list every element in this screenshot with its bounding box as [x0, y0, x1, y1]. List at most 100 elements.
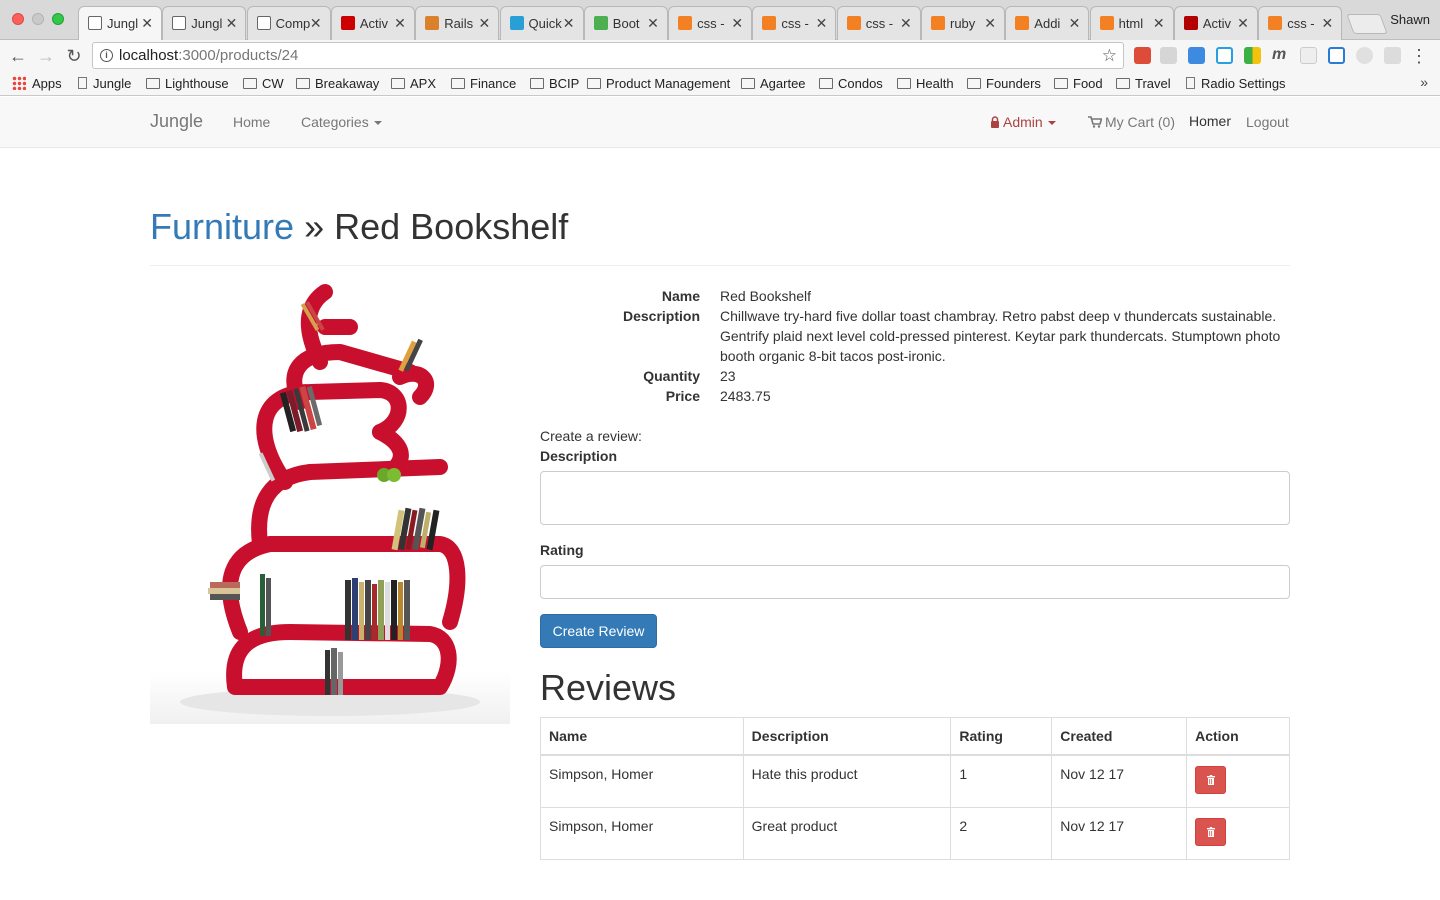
tab-close-icon[interactable]: ✕: [1153, 15, 1165, 31]
m-extension-icon[interactable]: m: [1272, 47, 1289, 64]
nav-admin-dropdown[interactable]: Admin: [990, 114, 1056, 130]
window-minimize-button[interactable]: [32, 13, 44, 25]
nav-admin-label: Admin: [1003, 114, 1043, 130]
tab-title: Activ: [1202, 16, 1232, 31]
delete-review-button[interactable]: [1195, 766, 1227, 794]
tab-close-icon[interactable]: ✕: [226, 15, 238, 31]
product-field-label: Price: [665, 388, 700, 404]
brand-link[interactable]: Jungle: [150, 111, 203, 132]
reviews-heading: Reviews: [540, 667, 677, 708]
bookmark-item[interactable]: Jungle: [78, 75, 131, 93]
column-header: Action: [1186, 717, 1290, 756]
bookmark-item[interactable]: Agartee: [741, 75, 806, 93]
browser-tab[interactable]: Jungl ✕: [162, 6, 247, 40]
product-field-row: Name Red Bookshelf: [540, 286, 1290, 306]
tab-close-icon[interactable]: ✕: [141, 15, 153, 31]
bookmark-item[interactable]: Founders: [967, 75, 1041, 93]
tab-title: ruby: [950, 16, 976, 31]
bookmark-label: Breakaway: [315, 76, 380, 91]
nav-cart[interactable]: My Cart (0): [1088, 114, 1175, 130]
address-bar[interactable]: i localhost:3000/products/24 ☆: [92, 42, 1124, 69]
tab-close-icon[interactable]: ✕: [478, 15, 490, 31]
browser-tab[interactable]: Quick ✕: [499, 6, 584, 40]
new-tab-button[interactable]: [1346, 14, 1388, 34]
shield-extension-icon[interactable]: [1216, 47, 1233, 64]
nav-categories-dropdown[interactable]: Categories: [301, 114, 382, 130]
browser-tab[interactable]: css - ✕: [752, 6, 837, 40]
bookmark-item[interactable]: Food: [1054, 75, 1103, 93]
browser-tab[interactable]: Boot ✕: [583, 6, 668, 40]
window-zoom-button[interactable]: [52, 13, 64, 25]
bookmark-item[interactable]: Product Management: [587, 75, 730, 93]
bookmark-item[interactable]: Condos: [819, 75, 883, 93]
extension-icon[interactable]: [1384, 47, 1401, 64]
bookmark-item[interactable]: Finance: [451, 75, 516, 93]
browser-tab[interactable]: Comp ✕: [246, 6, 331, 40]
tab-close-icon[interactable]: ✕: [394, 15, 406, 31]
tab-close-icon[interactable]: ✕: [647, 15, 659, 31]
nav-user[interactable]: Homer: [1189, 113, 1231, 129]
bookmark-item[interactable]: CW: [243, 75, 284, 93]
bookmark-item[interactable]: Breakaway: [296, 75, 379, 93]
bookmark-item[interactable]: BCIP: [530, 75, 579, 93]
stackoverflow-icon: [1099, 16, 1114, 30]
bookmark-star-icon[interactable]: ☆: [1102, 43, 1117, 68]
tab-close-icon[interactable]: ✕: [1237, 15, 1249, 31]
browser-tab[interactable]: css - ✕: [836, 6, 921, 40]
bookmark-item[interactable]: APX: [391, 75, 436, 93]
tab-close-icon[interactable]: ✕: [563, 15, 575, 31]
browser-tab[interactable]: Activ ✕: [1173, 6, 1258, 40]
product-field-row: Price 2483.75: [540, 386, 1290, 406]
extension-icon[interactable]: [1188, 47, 1205, 64]
bookmark-label: BCIP: [549, 76, 580, 91]
bootstrap-icon: [509, 16, 524, 30]
browser-tab[interactable]: Activ ✕: [330, 6, 415, 40]
category-link[interactable]: Furniture: [150, 206, 294, 247]
browser-tab[interactable]: html ✕: [1089, 6, 1174, 40]
review-description-textarea[interactable]: [540, 471, 1290, 525]
tab-close-icon[interactable]: ✕: [731, 15, 743, 31]
page-icon: [88, 16, 102, 30]
extension-icon[interactable]: [1300, 47, 1317, 64]
browser-tab[interactable]: ruby ✕: [921, 6, 1005, 40]
bookmarks-overflow-icon[interactable]: »: [1420, 74, 1428, 90]
forward-arrow-icon[interactable]: →: [34, 44, 58, 68]
reload-icon[interactable]: ↻: [62, 44, 86, 68]
extension-icon[interactable]: [1356, 47, 1373, 64]
bookmark-item[interactable]: Lighthouse: [146, 75, 229, 93]
create-review-button[interactable]: Create Review: [540, 614, 657, 648]
browser-menu-icon[interactable]: ⋮: [1410, 44, 1428, 68]
nav-home[interactable]: Home: [233, 114, 270, 130]
app-navbar: Jungle Home Categories Admin My Cart (0)…: [0, 97, 1440, 148]
profile-name[interactable]: Shawn: [1390, 12, 1430, 27]
nav-logout[interactable]: Logout: [1246, 114, 1289, 130]
delete-review-button[interactable]: [1195, 818, 1227, 846]
tab-close-icon[interactable]: ✕: [1321, 15, 1333, 31]
table-row: Simpson, Homer Hate this product 1 Nov 12 1…: [540, 754, 1290, 808]
tab-close-icon[interactable]: ✕: [1069, 15, 1081, 31]
window-close-button[interactable]: [12, 13, 24, 25]
bookmark-item[interactable]: Travel: [1116, 75, 1171, 93]
browser-tab[interactable]: Jungl ✕: [78, 6, 162, 40]
info-icon[interactable]: i: [100, 49, 113, 62]
review-rating-input[interactable]: [540, 565, 1290, 599]
bookmark-item[interactable]: Apps: [12, 75, 62, 93]
browser-tab[interactable]: css - ✕: [668, 6, 753, 40]
browser-tab[interactable]: Rails ✕: [415, 6, 500, 40]
bookmark-item[interactable]: Radio Settings: [1186, 75, 1286, 93]
extension-icon[interactable]: [1160, 47, 1177, 64]
tab-close-icon[interactable]: ✕: [816, 15, 828, 31]
browser-tab[interactable]: Addi ✕: [1005, 6, 1090, 40]
tab-close-icon[interactable]: ✕: [900, 15, 912, 31]
extension-icon[interactable]: [1134, 47, 1151, 64]
extension-icon[interactable]: [1244, 47, 1261, 64]
tab-close-icon[interactable]: ✕: [310, 15, 322, 31]
back-arrow-icon[interactable]: ←: [6, 44, 30, 68]
browser-tab[interactable]: css - ✕: [1258, 6, 1343, 40]
tab-title: Activ: [359, 16, 389, 31]
product-field-label: Name: [661, 288, 700, 304]
bookmark-item[interactable]: Health: [897, 75, 954, 93]
bookmark-label: Condos: [838, 76, 883, 91]
screen-extension-icon[interactable]: [1328, 47, 1345, 64]
tab-close-icon[interactable]: ✕: [984, 15, 996, 31]
